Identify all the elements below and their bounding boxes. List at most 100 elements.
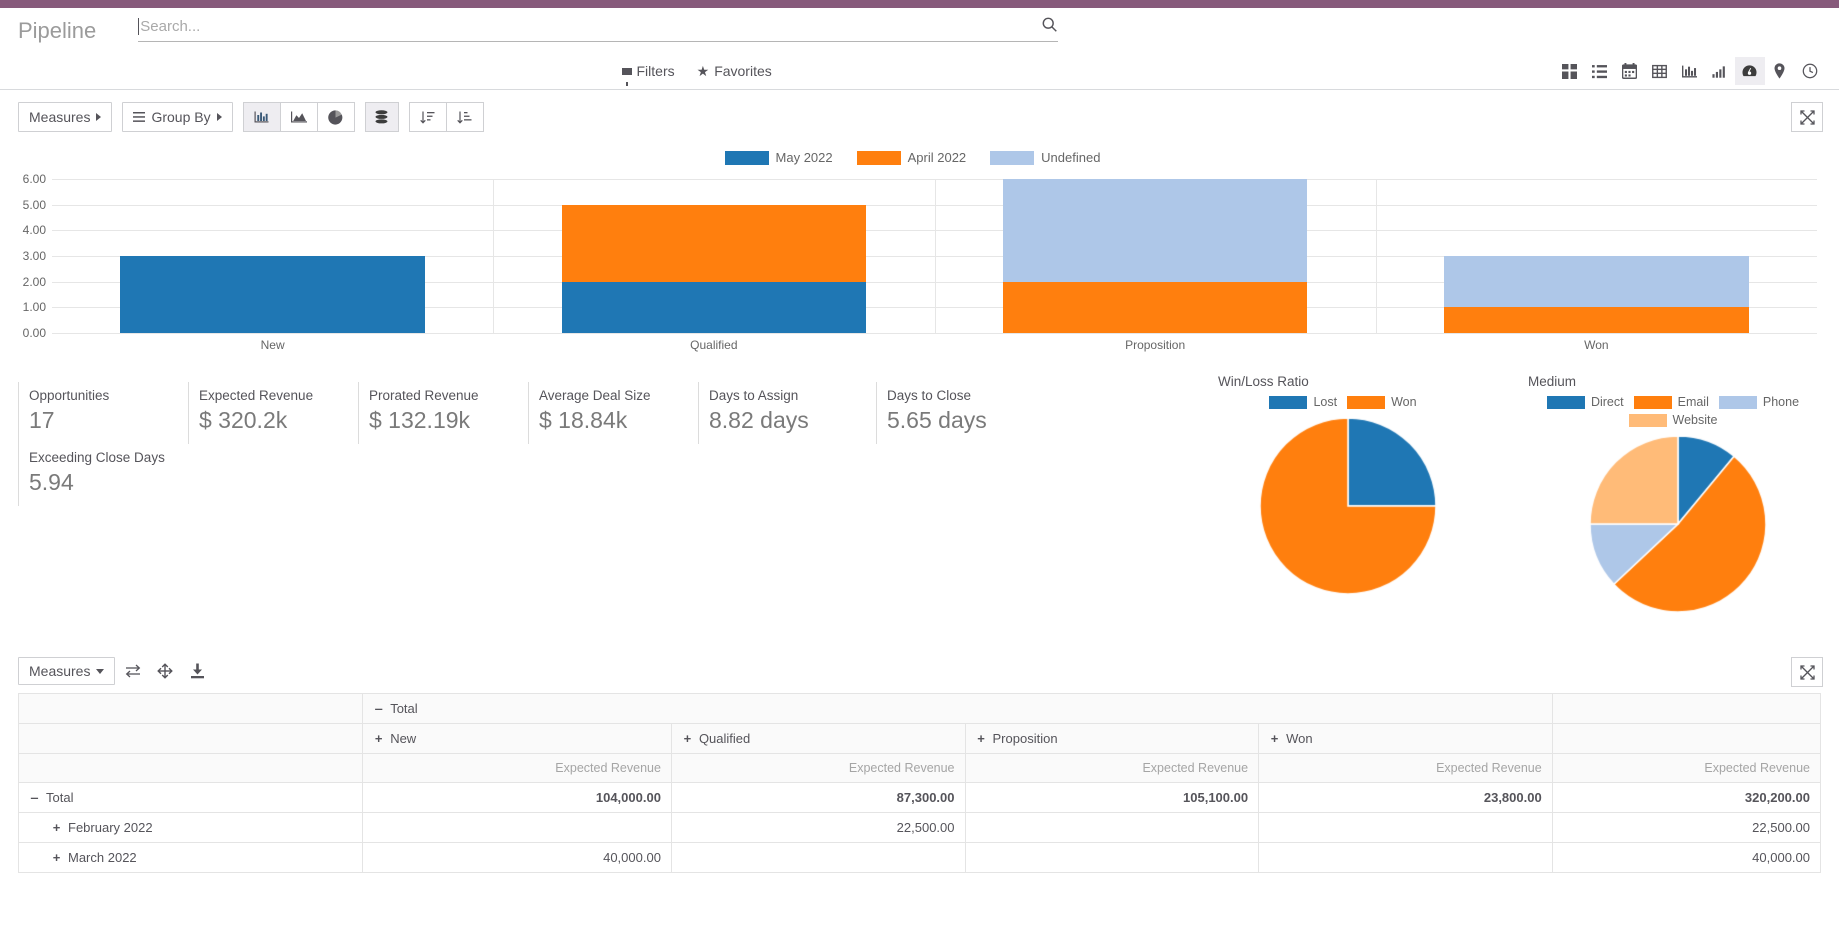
sort-ascending-button[interactable] (408, 102, 447, 132)
view-calendar-button[interactable] (1615, 57, 1645, 85)
bar-segment[interactable] (120, 256, 425, 333)
pivot-measure-header[interactable]: Expected Revenue (362, 753, 672, 783)
pivot-cell[interactable]: 104,000.00 (362, 782, 672, 813)
kpi-tile[interactable]: Expected Revenue $ 320.2k (188, 382, 358, 444)
pivot-cell[interactable] (964, 842, 1260, 873)
bar-segment[interactable] (1444, 307, 1749, 333)
favorites-button[interactable]: ★ Favorites (697, 63, 772, 80)
pivot-measure-header-total[interactable]: Expected Revenue (1551, 753, 1822, 783)
pivot-measure-header[interactable]: Expected Revenue (964, 753, 1260, 783)
x-axis-label: Proposition (1125, 338, 1186, 352)
bar-column[interactable]: New (120, 256, 425, 352)
chart-type-bar-button[interactable] (242, 102, 281, 132)
view-kanban-button[interactable] (1555, 57, 1585, 85)
pivot-col-header[interactable]: + New (362, 723, 672, 754)
filters-button[interactable]: Filters (621, 63, 675, 86)
graph-expand-button[interactable] (1791, 102, 1823, 132)
expand-icon: + (52, 850, 61, 865)
pivot-cell[interactable]: 105,100.00 (964, 782, 1260, 813)
pivot-expand-button[interactable] (1791, 657, 1823, 687)
chart-type-pie-button[interactable] (316, 102, 355, 132)
breadcrumb[interactable]: Pipeline (18, 16, 96, 46)
hamburger-icon (133, 112, 146, 122)
pivot-cell[interactable]: 22,500.00 (670, 812, 966, 843)
pivot-col-header[interactable]: + Won (1258, 723, 1553, 754)
legend-swatch (1546, 395, 1585, 409)
pivot-cell-total[interactable]: 320,200.00 (1551, 782, 1822, 813)
pivot-col-total-header[interactable]: ‒ Total (362, 693, 1553, 724)
bar-chart: 0.00 1.00 2.00 3.00 4.00 5.00 6.00 New Qualified… (0, 171, 1825, 356)
view-dashboard-button[interactable] (1734, 57, 1765, 85)
legend-item[interactable]: Phone (1718, 395, 1799, 409)
pivot-cell[interactable]: 40,000.00 (362, 842, 672, 873)
legend-item[interactable]: Lost (1269, 395, 1337, 409)
legend-item[interactable]: April 2022 (856, 150, 966, 165)
pivot-cell[interactable] (670, 842, 966, 873)
kpi-label: Days to Close (887, 388, 972, 403)
win-loss-legend: Lost Won (1218, 395, 1478, 409)
legend-item[interactable]: May 2022 (724, 150, 833, 165)
legend-label: Undefined (1041, 150, 1101, 165)
bar-segment[interactable] (561, 281, 867, 333)
legend-item[interactable]: Won (1347, 395, 1417, 409)
pivot-col-header[interactable]: + Qualified (670, 723, 966, 754)
kpi-tile[interactable]: Days to Assign 8.82 days (698, 382, 876, 444)
pivot-row-header[interactable]: ‒ Total (17, 782, 364, 813)
pivot-measure-header[interactable]: Expected Revenue (670, 753, 966, 783)
pivot-row-header[interactable]: + February 2022 (17, 812, 364, 843)
view-pivot-button[interactable] (1645, 57, 1675, 85)
bar-column[interactable]: Qualified (561, 204, 867, 352)
bar-column[interactable]: Won (1444, 256, 1749, 352)
pivot-measure-header[interactable]: Expected Revenue (1258, 753, 1553, 783)
pivot-row-header[interactable]: + March 2022 (17, 842, 364, 873)
pivot-cell-total[interactable]: 22,500.00 (1551, 812, 1822, 843)
graph-measures-button[interactable]: Measures (18, 102, 113, 132)
bar-segment[interactable] (1444, 256, 1749, 308)
pivot-cell[interactable]: 87,300.00 (670, 782, 966, 813)
bar-segment[interactable] (1002, 281, 1308, 333)
bar-column[interactable]: Proposition (1002, 179, 1308, 352)
bar-segment[interactable] (1002, 179, 1308, 282)
view-graph-button[interactable] (1675, 57, 1705, 85)
legend-item[interactable]: Email (1633, 395, 1709, 409)
pivot-flip-axis-button[interactable] (119, 657, 147, 685)
bar-segment[interactable] (561, 204, 867, 282)
pivot-cell[interactable] (362, 812, 672, 843)
view-list-button[interactable] (1585, 57, 1615, 85)
kpi-tile[interactable]: Days to Close 5.65 days (876, 382, 1046, 444)
kpi-tile[interactable]: Average Deal Size $ 18.84k (528, 382, 698, 444)
medium-legend: Direct Email Phone Website (1528, 395, 1828, 427)
stacked-toggle-button[interactable] (364, 102, 399, 132)
kpi-tile[interactable]: Prorated Revenue $ 132.19k (358, 382, 528, 444)
y-axis-tick: 3.00 (22, 249, 46, 263)
pivot-cell[interactable] (964, 812, 1260, 843)
legend-swatch (1718, 395, 1757, 409)
chart-type-line-button[interactable] (279, 102, 318, 132)
download-icon (190, 663, 204, 679)
legend-item[interactable]: Undefined (990, 150, 1100, 165)
pivot-cell[interactable]: 23,800.00 (1258, 782, 1553, 813)
kpi-tile[interactable]: Opportunities 17 (18, 382, 188, 444)
pivot-expand-all-button[interactable] (151, 657, 179, 685)
view-cohort-button[interactable] (1705, 57, 1735, 85)
graph-groupby-button[interactable]: Group By (122, 102, 233, 132)
graph-toolbar: Measures Group By (0, 90, 1839, 142)
pivot-download-button[interactable] (183, 657, 211, 685)
legend-item[interactable]: Direct (1546, 395, 1624, 409)
view-activity-button[interactable] (1795, 57, 1825, 85)
pivot-cell[interactable] (1258, 812, 1553, 843)
pivot-col-header[interactable]: + Proposition (964, 723, 1260, 754)
sort-descending-button[interactable] (445, 102, 484, 132)
search-icon[interactable] (1041, 16, 1058, 36)
win-loss-pie-canvas (1257, 415, 1439, 597)
pivot-measures-button[interactable]: Measures (18, 657, 116, 685)
pivot-cell-total[interactable]: 40,000.00 (1551, 842, 1822, 873)
kpi-tile[interactable]: Exceeding Close Days 5.94 (18, 444, 218, 506)
medium-title: Medium (1528, 374, 1577, 389)
y-axis-tick: 6.00 (22, 172, 46, 186)
kpi-value: $ 320.2k (199, 407, 288, 433)
search-input[interactable]: Search... (138, 16, 1059, 42)
legend-item[interactable]: Website (1628, 413, 1717, 427)
pivot-cell[interactable] (1258, 842, 1553, 873)
view-map-button[interactable] (1765, 57, 1795, 85)
